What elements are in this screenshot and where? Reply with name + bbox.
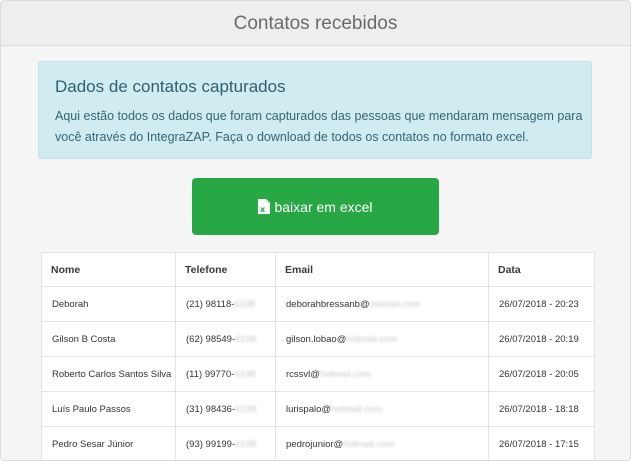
cell-nome: Gilson B Costa [41, 321, 176, 357]
phone-visible: (93) 99199- [186, 438, 236, 450]
email-visible: lurispalo@ [286, 403, 332, 415]
phone-hidden: 6198 [235, 403, 257, 415]
download-excel-button[interactable]: x baixar em excel [192, 178, 439, 235]
cell-data: 26/07/2018 - 20:05 [488, 356, 595, 392]
column-header-nome: Nome [41, 252, 176, 287]
cell-telefone: (62) 98549-6198 [175, 321, 276, 357]
cell-nome: Deborah [41, 286, 176, 322]
column-header-email: Email [275, 252, 489, 287]
cell-telefone: (31) 98436-6198 [175, 391, 276, 427]
alert-title: Dados de contatos capturados [55, 77, 286, 96]
page-title: Contatos recebidos [233, 12, 398, 34]
cell-data: 26/07/2018 - 20:19 [488, 321, 595, 357]
table-header-row: Nome Telefone Email Data [41, 252, 595, 287]
email-hidden: hotmail.com [369, 298, 421, 310]
cell-email: rcssvl@hotmail.com [275, 356, 489, 392]
cell-data: 26/07/2018 - 18:18 [488, 391, 595, 427]
cell-telefone: (21) 98118-6198 [175, 286, 276, 322]
table-row: Deborah (21) 98118-6198 deborahbressanb@ho… [41, 286, 595, 322]
cell-email: lurispalo@hotmail.com [275, 391, 489, 427]
contacts-table: Nome Telefone Email Data Deborah (21) 981… [41, 252, 595, 460]
cell-nome: Roberto Carlos Santos Silva [41, 356, 176, 392]
cell-data: 26/07/2018 - 17:15 [488, 426, 595, 460]
download-button-label: baixar em excel [274, 198, 373, 215]
info-alert: Dados de contatos capturados Aqui estão … [38, 61, 592, 159]
phone-hidden: 6198 [235, 333, 257, 345]
email-visible: deborahbressanb@ [286, 298, 370, 310]
email-hidden: hotmail.com [331, 403, 383, 415]
cell-email: pedrojunior@hotmail.com [275, 426, 489, 460]
panel-header: Contatos recebidos [1, 1, 630, 46]
table-row: Pedro Sesar Júnior (93) 99199-6198 pedroju… [41, 426, 595, 460]
table-row: Roberto Carlos Santos Silva (11) 99770-61… [41, 356, 595, 392]
email-hidden: hotmail.com [343, 438, 395, 450]
phone-visible: (11) 99770- [186, 368, 235, 380]
cell-email: deborahbressanb@hotmail.com [275, 286, 489, 322]
cell-data: 26/07/2018 - 20:23 [488, 286, 595, 322]
phone-hidden: 6198 [234, 368, 256, 380]
table-row: Luís Paulo Passos (31) 98436-6198 lurispal… [41, 391, 595, 427]
contacts-panel: Contatos recebidos Dados de contatos cap… [0, 0, 631, 461]
svg-text:x: x [260, 205, 266, 214]
excel-file-icon: x [258, 199, 271, 214]
cell-nome: Pedro Sesar Júnior [41, 426, 176, 460]
cell-telefone: (11) 99770-6198 [175, 356, 276, 392]
column-header-data: Data [488, 252, 595, 287]
column-header-telefone: Telefone [175, 252, 276, 287]
phone-hidden: 6198 [235, 438, 257, 450]
email-visible: gilson.lobao@ [286, 333, 347, 345]
email-visible: rcssvl@ [286, 368, 320, 380]
phone-hidden: 6198 [234, 298, 256, 310]
email-hidden: hotmail.com [346, 333, 398, 345]
table-row: Gilson B Costa (62) 98549-6198 gilson.loba… [41, 321, 595, 357]
phone-visible: (21) 98118- [186, 298, 235, 310]
cell-telefone: (93) 99199-6198 [175, 426, 276, 460]
cell-nome: Luís Paulo Passos [41, 391, 176, 427]
email-hidden: hotmail.com [319, 368, 372, 380]
phone-visible: (31) 98436- [186, 403, 236, 415]
alert-text: Aqui estão todos os dados que foram capt… [55, 109, 583, 144]
phone-visible: (62) 98549- [186, 333, 236, 345]
cell-email: gilson.lobao@hotmail.com [275, 321, 489, 357]
email-visible: pedrojunior@ [286, 438, 344, 450]
